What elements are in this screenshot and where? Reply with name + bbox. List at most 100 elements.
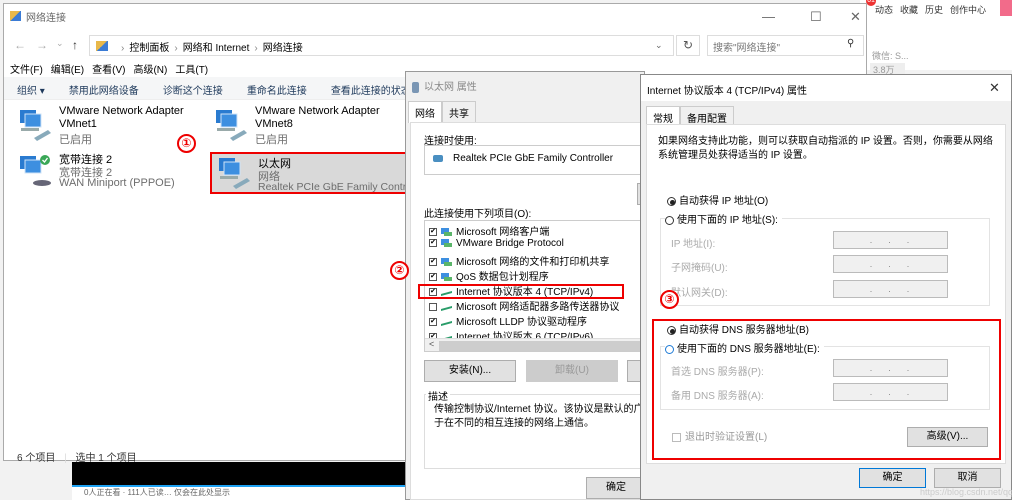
- checkbox[interactable]: [429, 303, 437, 312]
- list-item[interactable]: ✔ QoS 数据包计划程序: [429, 268, 549, 283]
- refresh-button[interactable]: ↻: [676, 35, 700, 56]
- radio-unselected[interactable]: [665, 344, 674, 354]
- minimize-button[interactable]: —: [762, 9, 775, 24]
- radio-unselected[interactable]: [665, 215, 674, 225]
- diagnose-button[interactable]: 诊断这个连接: [163, 86, 223, 97]
- gateway-field[interactable]: ...: [833, 280, 948, 298]
- back-button[interactable]: ←: [14, 38, 26, 52]
- service-icon: [441, 273, 452, 282]
- radio-selected[interactable]: [667, 325, 676, 335]
- ok-button[interactable]: 确定: [859, 468, 926, 488]
- video-player: [72, 462, 410, 485]
- recent-locations-button[interactable]: ⌄: [56, 38, 64, 49]
- menu-advanced[interactable]: 高级(N): [133, 65, 167, 76]
- protocol-icon: [441, 239, 452, 248]
- horizontal-scrollbar[interactable]: <: [425, 338, 649, 351]
- adapter-icon: [412, 81, 419, 93]
- checkbox[interactable]: ✔: [429, 273, 437, 282]
- ip-address-field[interactable]: ...: [833, 231, 948, 249]
- forward-button[interactable]: →: [36, 38, 48, 52]
- nav-creator[interactable]: 创作中心: [950, 5, 986, 15]
- list-item[interactable]: ✔ Microsoft LLDP 协议驱动程序: [429, 313, 587, 328]
- checkbox[interactable]: ✔: [429, 239, 437, 248]
- background-nav: 动态 收藏 历史 创作中心: [875, 3, 993, 16]
- menu-tools[interactable]: 工具(T): [175, 65, 208, 76]
- close-button[interactable]: ✕: [989, 80, 1000, 96]
- list-item[interactable]: ✔ VMware Bridge Protocol: [429, 238, 564, 253]
- alternate-dns-field[interactable]: ...: [833, 383, 948, 401]
- checkbox[interactable]: ✔: [429, 318, 437, 327]
- list-item[interactable]: ✔ Microsoft 网络的文件和打印机共享: [429, 253, 609, 268]
- install-button[interactable]: 安装(N)...: [424, 360, 516, 382]
- preferred-dns-label: 首选 DNS 服务器(P):: [671, 367, 764, 378]
- list-item[interactable]: Microsoft 网络适配器多路传送器协议: [429, 298, 619, 313]
- network-folder-icon: [10, 11, 21, 21]
- organize-button[interactable]: 组织 ▾: [17, 86, 45, 97]
- client-icon: [441, 228, 452, 237]
- checkbox[interactable]: ✔: [429, 228, 437, 237]
- list-item[interactable]: ✔ Microsoft 网络客户端: [429, 223, 549, 238]
- wechat-text: 微信: S...: [872, 51, 909, 61]
- address-bar[interactable]: › 控制面板 › 网络和 Internet › 网络连接 ⌄: [89, 35, 674, 56]
- nav-dynamic[interactable]: 动态: [875, 5, 893, 15]
- background-toolbar: 0人正在看 · 111人已读… 仅会在此处显示: [72, 487, 410, 500]
- menu-view[interactable]: 查看(V): [92, 65, 125, 76]
- subnet-mask-field[interactable]: ...: [833, 255, 948, 273]
- adapter-vmnet8[interactable]: VMware Network Adapter VMnet8 已启用: [212, 105, 402, 147]
- auto-dns-radio[interactable]: 自动获得 DNS 服务器地址(B): [667, 321, 809, 336]
- scroll-left-button[interactable]: <: [429, 339, 434, 349]
- up-button[interactable]: ↑: [72, 38, 78, 52]
- adapter-broadband-2[interactable]: 宽带连接 2 宽带连接 2 WAN Miniport (PPPOE): [16, 151, 206, 193]
- ethernet-properties-dialog: 以太网 属性 网络 共享 连接时使用: Realtek PCIe GbE Fami…: [390, 71, 657, 500]
- chevron-down-icon[interactable]: ⌄: [655, 40, 663, 51]
- breadcrumb-control-panel[interactable]: 控制面板: [129, 43, 169, 54]
- cancel-button[interactable]: 取消: [934, 468, 1001, 488]
- disable-device-button[interactable]: 禁用此网络设备: [69, 86, 139, 97]
- item-count: 6 个项目: [17, 453, 56, 464]
- highlight-ipv4: [418, 284, 624, 299]
- navigation-bar: ← → ⌄ ↑ › 控制面板 › 网络和 Internet › 网络连接 ⌄ ↻ 搜索"网…: [4, 32, 866, 58]
- view-status-button[interactable]: 查看此连接的状态: [331, 86, 411, 97]
- ok-button[interactable]: 确定: [586, 477, 646, 499]
- watermark: https://blog.csdn.net/qq_43483403: [920, 487, 1012, 497]
- checkbox[interactable]: ✔: [429, 258, 437, 267]
- publish-button[interactable]: [1000, 0, 1012, 16]
- scrollbar-thumb[interactable]: [439, 341, 649, 351]
- window-title: 网络连接: [10, 9, 66, 24]
- tab-sharing[interactable]: 共享: [442, 101, 476, 123]
- network-adapter-icon: [216, 110, 247, 141]
- items-label: 此连接使用下列项目(O):: [424, 209, 532, 220]
- breadcrumb-network-internet[interactable]: 网络和 Internet: [183, 43, 250, 54]
- nav-history[interactable]: 历史: [925, 5, 943, 15]
- broadband-connected-icon: [20, 155, 51, 186]
- breadcrumb-network-connections[interactable]: 网络连接: [263, 43, 303, 54]
- advanced-button[interactable]: 高级(V)...: [907, 427, 988, 447]
- description-text: 传输控制协议/Internet 协议。该协议是默认的广域 于在不同的相互连接的网…: [434, 404, 654, 429]
- checkbox[interactable]: [672, 432, 681, 442]
- close-button[interactable]: ✕: [850, 9, 861, 25]
- menu-edit[interactable]: 编辑(E): [51, 65, 84, 76]
- gateway-label: 默认网关(D):: [671, 288, 728, 299]
- manual-ip-radio[interactable]: 使用下面的 IP 地址(S):: [665, 211, 782, 226]
- search-icon[interactable]: ⚲: [847, 38, 854, 49]
- auto-ip-radio[interactable]: 自动获得 IP 地址(O): [667, 192, 768, 207]
- dialog-title: Internet 协议版本 4 (TCP/IPv4) 属性: [647, 86, 808, 97]
- annotation-1: ①: [177, 134, 196, 153]
- subnet-mask-label: 子网掩码(U):: [671, 263, 728, 274]
- rename-button[interactable]: 重命名此连接: [247, 86, 307, 97]
- search-input[interactable]: 搜索"网络连接": [707, 35, 864, 56]
- menu-file[interactable]: 文件(F): [10, 65, 43, 76]
- nav-favorites[interactable]: 收藏: [900, 5, 918, 15]
- adapter-ethernet[interactable]: 以太网 网络 Realtek PCIe GbE Family Contr...: [210, 152, 414, 194]
- uninstall-button[interactable]: 卸载(U): [526, 360, 618, 382]
- maximize-button[interactable]: ☐: [810, 9, 822, 25]
- network-adapter-icon: [219, 158, 250, 189]
- manual-dns-radio[interactable]: 使用下面的 DNS 服务器地址(E):: [665, 340, 824, 355]
- protocol-icon: [441, 306, 452, 312]
- description-label: 描述: [426, 388, 450, 403]
- tab-network[interactable]: 网络: [408, 101, 442, 123]
- preferred-dns-field[interactable]: ...: [833, 359, 948, 377]
- validate-checkbox[interactable]: 退出时验证设置(L): [672, 428, 767, 443]
- control-panel-icon: [96, 41, 108, 51]
- radio-selected[interactable]: [667, 196, 676, 206]
